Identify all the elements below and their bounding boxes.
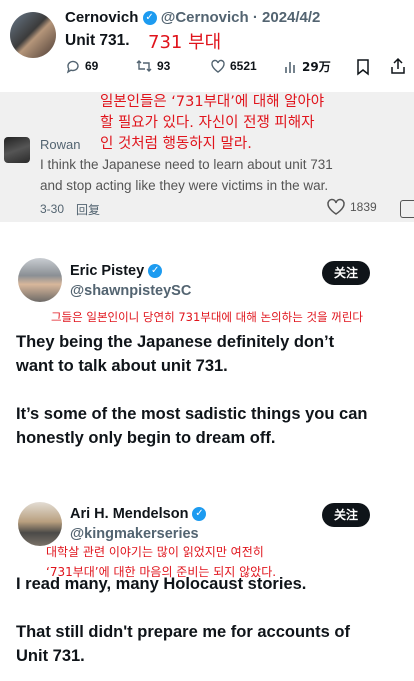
tweet-line xyxy=(16,596,406,620)
share-icon xyxy=(391,57,405,74)
heart-icon xyxy=(211,59,225,73)
bookmark-icon xyxy=(357,59,369,76)
follow-button[interactable]: 关注 xyxy=(322,503,370,527)
verified-badge-icon: ✓ xyxy=(192,507,207,522)
views-icon xyxy=(285,61,295,73)
reply-count: 69 xyxy=(85,59,99,73)
author-handle[interactable]: @kingmakerseries xyxy=(70,526,199,542)
avatar[interactable] xyxy=(18,258,62,302)
comment-card: 일본인들은 ‘731부대’에 대해 알아야 할 필요가 있다. 자신이 전쟁 피… xyxy=(0,92,414,222)
author-handle-date: @Cernovich · 2024/4/2 xyxy=(160,9,321,26)
tweet-text: Unit 731. xyxy=(65,32,130,49)
tweet-line: It’s some of the most sadistic things yo… xyxy=(16,405,368,423)
author-name[interactable]: Ari H. Mendelson xyxy=(70,506,188,522)
tweet2-author-row: Eric Pistey ✓ xyxy=(70,263,163,279)
comment-date: 3-30 xyxy=(40,202,65,216)
tweet-line xyxy=(16,378,406,402)
comment-avatar[interactable] xyxy=(4,137,30,163)
comment-user[interactable]: Rowan xyxy=(40,137,80,152)
author-name[interactable]: Eric Pistey xyxy=(70,263,144,279)
comment-text: I think the Japanese need to learn about… xyxy=(40,154,333,196)
avatar[interactable] xyxy=(18,502,62,546)
comment-like-button[interactable]: 1839 xyxy=(326,198,377,216)
verified-badge-icon: ✓ xyxy=(142,11,157,26)
tweet-header: Cernovich ✓ @Cernovich · 2024/4/2 xyxy=(65,9,320,26)
views-count: 29万 xyxy=(302,60,331,74)
tweet-line: honestly only begin to dream off. xyxy=(16,429,276,447)
comment-reply-button[interactable]: 回复 xyxy=(76,201,100,218)
comment-line: I think the Japanese need to learn about… xyxy=(40,157,333,172)
author-name[interactable]: Cernovich xyxy=(65,9,138,26)
annotation: 일본인들은 ‘731부대’에 대해 알아야 할 필요가 있다. 자신이 전쟁 피… xyxy=(100,92,324,155)
share-button[interactable] xyxy=(390,57,406,80)
comment-line: and stop acting like they were victims i… xyxy=(40,178,329,193)
tweet-line: That still didn't prepare me for account… xyxy=(16,623,350,641)
annotation-line: 일본인들은 ‘731부대’에 대해 알아야 xyxy=(100,94,325,110)
reply-icon xyxy=(66,60,79,74)
author-handle[interactable]: @shawnpisteySC xyxy=(70,283,191,299)
annotation: 731 부대 xyxy=(148,32,222,53)
heart-icon xyxy=(327,198,345,215)
tweet-line: Unit 731. xyxy=(16,647,85,665)
annotation: 그들은 일본인이니 당연히 731부대에 대해 논의하는 것을 꺼린다 xyxy=(50,310,364,324)
retweet-button[interactable]: 93 xyxy=(135,58,170,74)
tweet-line: want to talk about unit 731. xyxy=(16,357,228,375)
retweet-icon xyxy=(136,60,152,72)
views-button[interactable]: 29万 xyxy=(284,58,331,75)
avatar[interactable] xyxy=(10,12,56,58)
follow-button[interactable]: 关注 xyxy=(322,261,370,285)
tweet-line: I read many, many Holocaust stories. xyxy=(16,575,307,593)
comment-like-count: 1839 xyxy=(350,200,377,214)
reply-button[interactable]: 69 xyxy=(65,58,98,74)
tweet3-author-row: Ari H. Mendelson ✓ xyxy=(70,506,207,522)
tweet-text: They being the Japanese definitely don’t… xyxy=(16,330,406,450)
comment-more-icon[interactable] xyxy=(400,200,414,218)
annotation-line: 대학살 관련 이야기는 많이 읽었지만 여전히 xyxy=(46,545,264,559)
retweet-count: 93 xyxy=(157,59,171,73)
tweet-text: I read many, many Holocaust stories. Tha… xyxy=(16,572,406,668)
verified-badge-icon: ✓ xyxy=(148,264,163,279)
like-count: 6521 xyxy=(230,59,257,73)
tweet-line: They being the Japanese definitely don’t xyxy=(16,333,335,351)
annotation-line: 할 필요가 있다. 자신이 전쟁 피해자 xyxy=(100,115,315,131)
bookmark-button[interactable] xyxy=(356,58,370,81)
annotation-line: 인 것처럼 행동하지 말라. xyxy=(100,136,252,152)
like-button[interactable]: 6521 xyxy=(210,58,257,74)
